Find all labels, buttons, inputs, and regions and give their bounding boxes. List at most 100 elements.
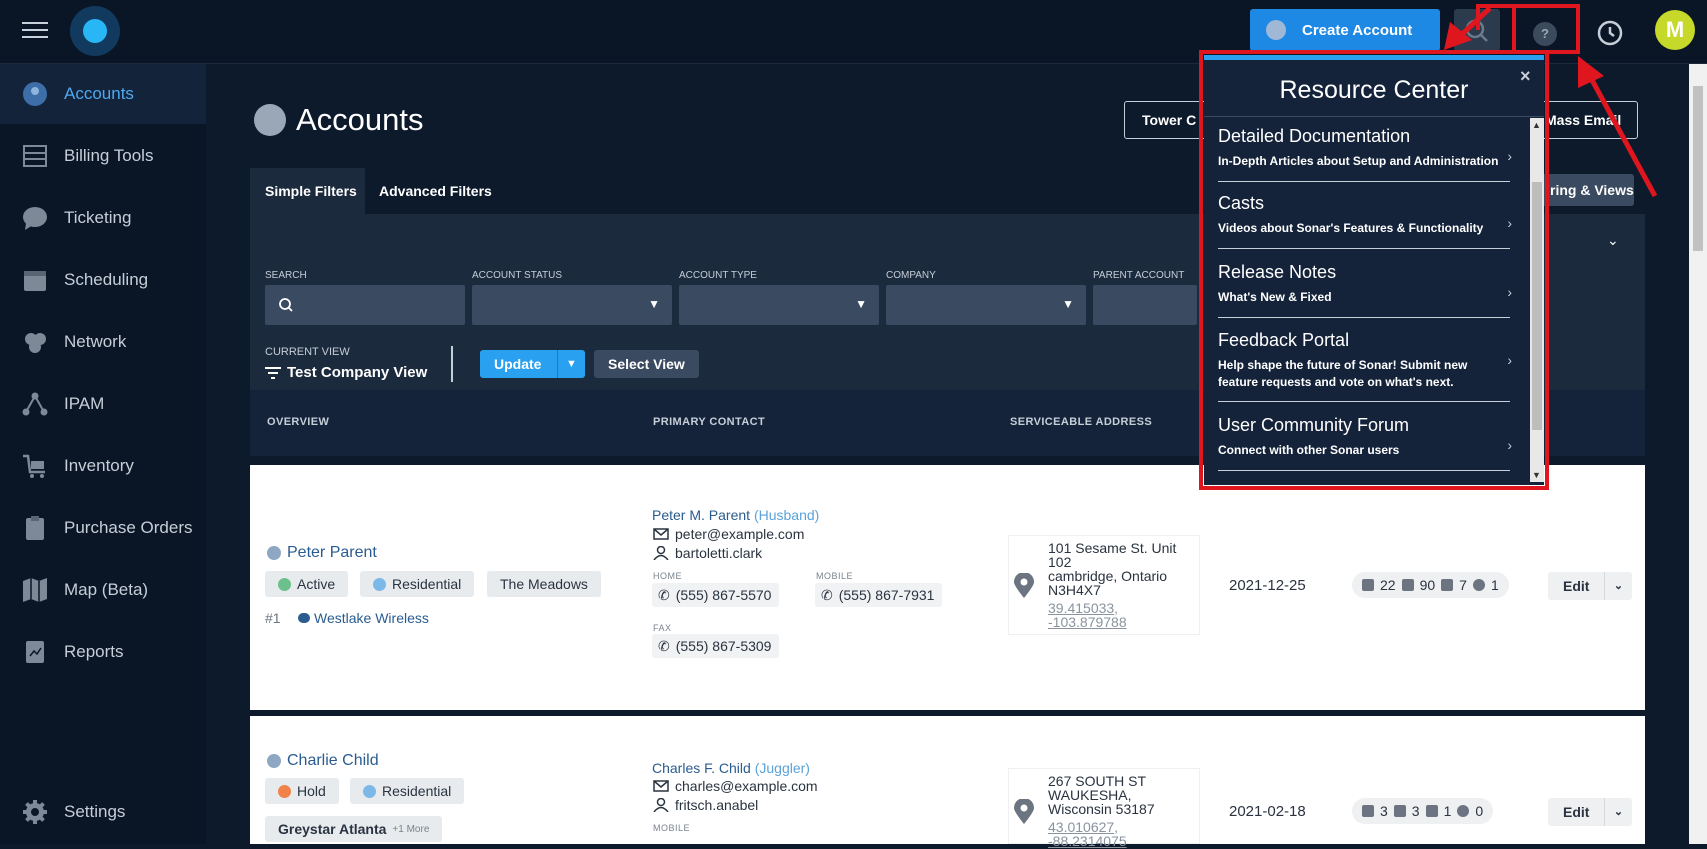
contact-email[interactable]: charles@example.com bbox=[653, 778, 818, 794]
update-view-button[interactable]: Update ▼ bbox=[480, 350, 585, 378]
account-type-select[interactable]: ▼ bbox=[679, 285, 879, 325]
coordinates-link[interactable]: -103.879788 bbox=[1048, 615, 1127, 629]
user-circle-icon bbox=[1457, 805, 1470, 817]
home-phone[interactable]: ✆ (555) 867-5570 bbox=[652, 583, 780, 607]
map-icon bbox=[22, 577, 48, 603]
phone-icon: ✆ bbox=[658, 587, 670, 603]
account-status-select[interactable]: ▼ bbox=[472, 285, 672, 325]
type-text: Residential bbox=[392, 576, 462, 592]
contact-name: Peter M. Parent bbox=[652, 507, 751, 523]
column-header-primary-contact[interactable]: PRIMARY CONTACT bbox=[653, 416, 765, 428]
account-type-label: ACCOUNT TYPE bbox=[679, 270, 757, 281]
tab-simple-filters[interactable]: Simple Filters bbox=[250, 168, 365, 214]
phone-icon: ✆ bbox=[658, 638, 670, 654]
company-name: Westlake Wireless bbox=[314, 610, 429, 626]
sonar-logo[interactable] bbox=[70, 6, 120, 56]
edit-label: Edit bbox=[1563, 578, 1590, 594]
user-outline-icon bbox=[653, 546, 669, 560]
contact-name-link[interactable]: Charles F. Child (Juggler) bbox=[652, 760, 810, 776]
chevron-down-icon: ▼ bbox=[855, 297, 867, 311]
chat-bubble-icon bbox=[22, 205, 48, 231]
current-view-value: Test Company View bbox=[265, 364, 427, 381]
sidebar-item-billing-tools[interactable]: Billing Tools bbox=[0, 126, 206, 186]
coordinates-link[interactable]: -88.2314075 bbox=[1048, 834, 1127, 848]
network-icon bbox=[22, 329, 48, 355]
sidebar-item-inventory[interactable]: Inventory bbox=[0, 436, 206, 496]
chevron-down-icon: ▼ bbox=[1062, 297, 1074, 311]
fax-phone[interactable]: ✆ (555) 867-5309 bbox=[652, 634, 780, 658]
sidebar-item-label: Purchase Orders bbox=[64, 518, 193, 537]
sidebar-item-label: Network bbox=[64, 332, 127, 351]
count: 22 bbox=[1380, 577, 1396, 593]
sidebar-item-label: Settings bbox=[64, 802, 126, 821]
sidebar-item-scheduling[interactable]: Scheduling bbox=[0, 250, 206, 310]
create-account-button[interactable]: Create Account bbox=[1250, 9, 1440, 51]
account-name-link[interactable]: Peter Parent bbox=[267, 544, 377, 562]
page-scrollbar[interactable] bbox=[1689, 64, 1707, 844]
mobile-phone-label: MOBILE bbox=[816, 571, 854, 581]
address-line: cambridge, Ontario bbox=[1048, 568, 1168, 584]
coordinates-link[interactable]: 43.010627, bbox=[1048, 820, 1118, 834]
hamburger-menu-icon[interactable] bbox=[22, 22, 48, 42]
select-view-button[interactable]: Select View bbox=[594, 350, 699, 378]
account-name-link[interactable]: Charlie Child bbox=[267, 752, 379, 770]
search-input[interactable] bbox=[265, 285, 465, 325]
coordinates-link[interactable]: 39.415033, bbox=[1048, 601, 1118, 615]
tab-advanced-filters[interactable]: Advanced Filters bbox=[379, 168, 492, 199]
update-label: Update bbox=[494, 356, 542, 372]
scrollbar-thumb[interactable] bbox=[1693, 86, 1703, 251]
company-icon bbox=[298, 613, 310, 623]
count: 7 bbox=[1459, 577, 1467, 593]
search-icon bbox=[279, 298, 293, 312]
parent-account-select[interactable] bbox=[1093, 285, 1197, 325]
user-avatar[interactable]: M bbox=[1655, 10, 1695, 50]
sidebar-item-purchase-orders[interactable]: Purchase Orders bbox=[0, 498, 206, 558]
column-header-overview[interactable]: OVERVIEW bbox=[267, 416, 329, 428]
chevron-down-icon[interactable]: ⌄ bbox=[1604, 572, 1632, 600]
filter-lines-icon bbox=[265, 366, 281, 379]
sidebar-item-reports[interactable]: Reports bbox=[0, 622, 206, 682]
phone-text: (555) 867-5309 bbox=[675, 638, 772, 654]
column-header-serviceable-address[interactable]: SERVICEABLE ADDRESS bbox=[1010, 416, 1152, 428]
chevron-down-icon[interactable]: ▼ bbox=[557, 350, 585, 378]
contact-relation: (Husband) bbox=[753, 507, 820, 523]
envelope-icon bbox=[653, 780, 669, 792]
group-badge: Greystar Atlanta +1 More bbox=[265, 816, 443, 842]
sidebar-item-label: Scheduling bbox=[64, 270, 149, 289]
contact-email[interactable]: peter@example.com bbox=[653, 526, 804, 542]
sidebar-item-settings[interactable]: Settings bbox=[0, 782, 206, 842]
map-pin-icon bbox=[1014, 573, 1034, 598]
sidebar-item-ipam[interactable]: IPAM bbox=[0, 374, 206, 434]
sidebar-item-label: Map (Beta) bbox=[64, 580, 149, 599]
account-number: #1 bbox=[265, 610, 281, 626]
account-avatar-icon bbox=[267, 754, 281, 768]
sidebar-item-network[interactable]: Network bbox=[0, 312, 206, 372]
sidebar-item-accounts[interactable]: Accounts bbox=[0, 64, 206, 124]
address-line: 267 SOUTH ST bbox=[1048, 773, 1147, 789]
company-select[interactable]: ▼ bbox=[886, 285, 1086, 325]
date-value: 2021-02-18 bbox=[1229, 803, 1306, 820]
chevron-down-icon[interactable]: ⌄ bbox=[1604, 798, 1632, 826]
account-avatar-icon bbox=[267, 546, 281, 560]
clipboard-icon bbox=[22, 515, 48, 541]
abacus-icon bbox=[22, 143, 48, 169]
edit-button[interactable]: Edit ⌄ bbox=[1548, 798, 1632, 826]
edit-button[interactable]: Edit ⌄ bbox=[1548, 572, 1632, 600]
briefcase-icon bbox=[1401, 579, 1414, 591]
user-circle-icon bbox=[22, 81, 48, 107]
contact-name-link[interactable]: Peter M. Parent (Husband) bbox=[652, 507, 819, 523]
count: 1 bbox=[1443, 803, 1452, 819]
create-account-label: Create Account bbox=[1302, 21, 1413, 39]
username-text: bartoletti.clark bbox=[675, 545, 763, 561]
mobile-phone[interactable]: ✆ (555) 867-7931 bbox=[815, 583, 943, 607]
sidebar-item-ticketing[interactable]: Ticketing bbox=[0, 188, 206, 248]
contact-name: Charles F. Child bbox=[652, 760, 751, 776]
count: 3 bbox=[1380, 803, 1388, 819]
date-value: 2021-12-25 bbox=[1229, 577, 1306, 594]
sidebar-item-map[interactable]: Map (Beta) bbox=[0, 560, 206, 620]
company-link[interactable]: Westlake Wireless bbox=[298, 610, 429, 626]
chevron-down-icon[interactable]: ⌄ bbox=[1607, 232, 1619, 249]
more-groups[interactable]: +1 More bbox=[392, 824, 429, 835]
contact-username: fritsch.anabel bbox=[653, 797, 758, 813]
history-button[interactable] bbox=[1595, 18, 1625, 48]
